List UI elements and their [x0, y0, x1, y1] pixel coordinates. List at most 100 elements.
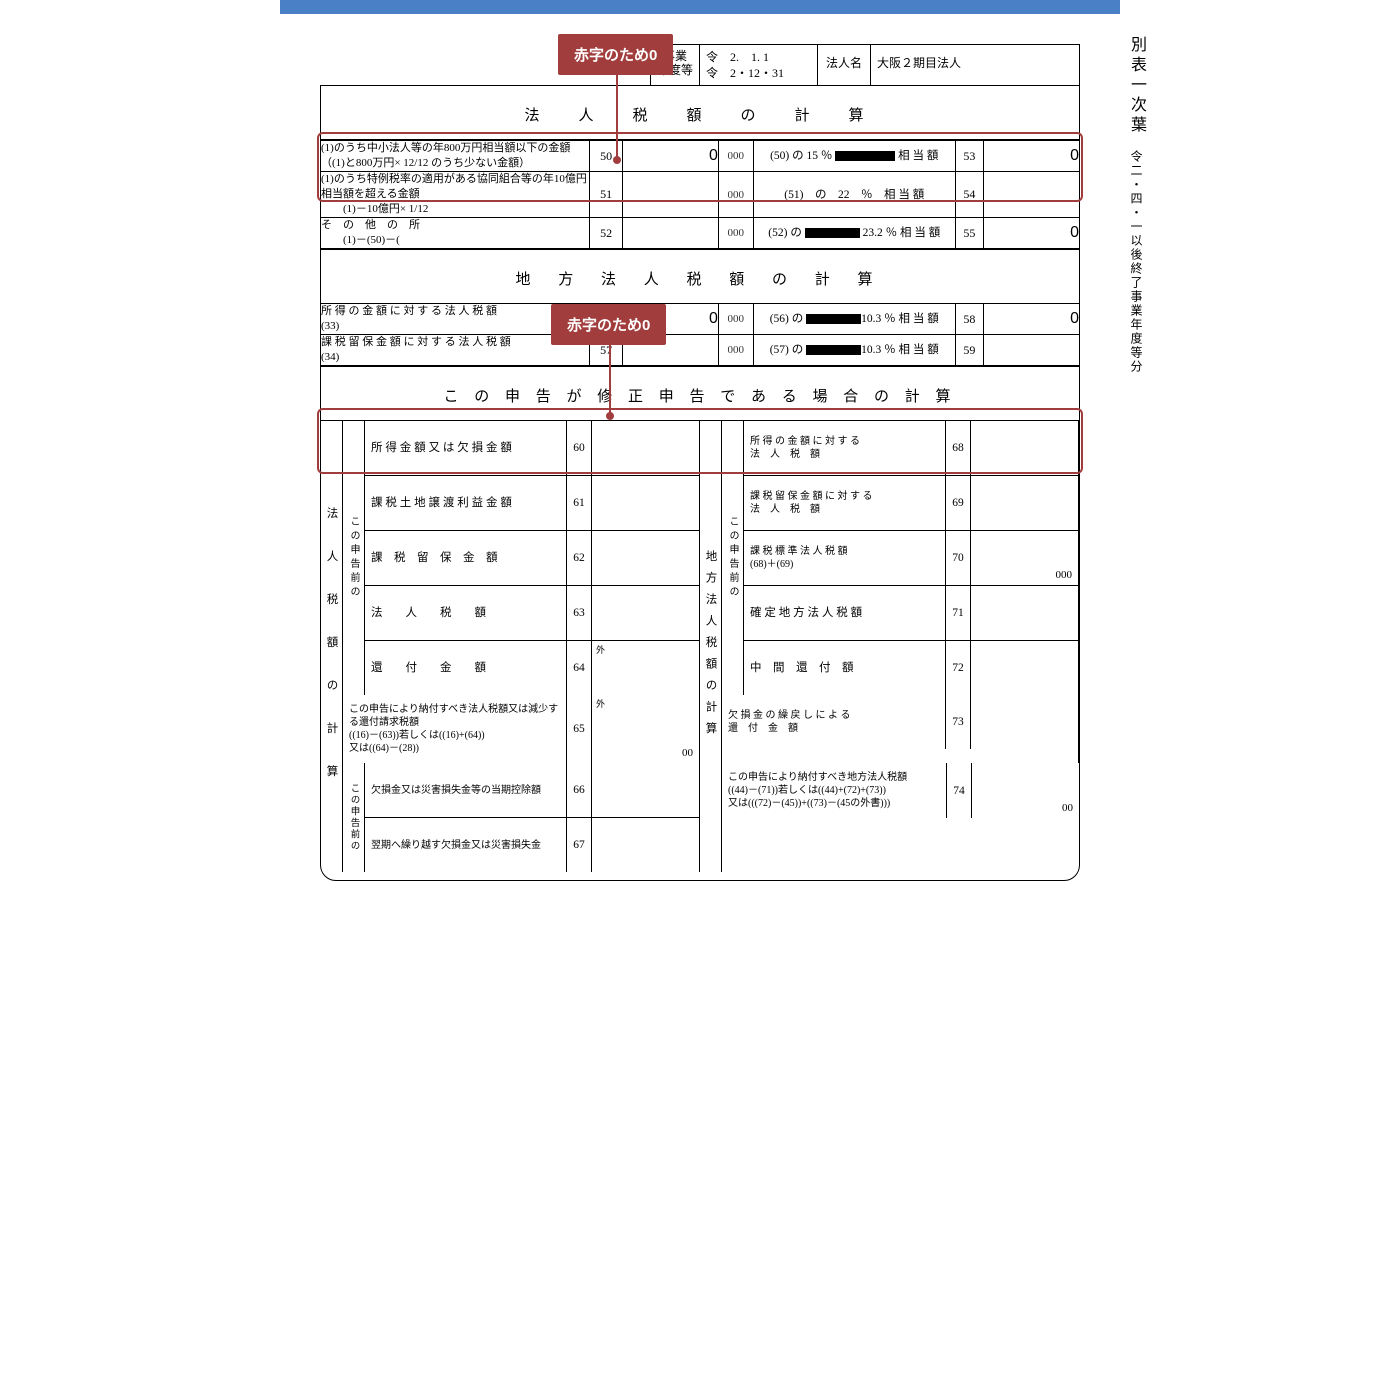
row-thousands: 000	[718, 141, 753, 172]
corr-right-title: 地方法人税額の計算	[700, 421, 722, 872]
corr-row-71: 確 定 地 方 法 人 税 額71	[744, 586, 1078, 641]
corr-no: 64	[567, 641, 592, 695]
corr-row-60: 所 得 金 額 又 は 欠 損 金 額60	[365, 421, 699, 476]
redacted-rate	[806, 345, 861, 355]
corr-right-top: 所 得 の 金 額 に 対 す る 法 人 税 額68課 税 留 保 金 額 に…	[744, 421, 1079, 695]
corr-value	[592, 476, 699, 530]
corr-value	[592, 763, 699, 817]
date-to: 令 2・12・31	[706, 65, 811, 81]
row-desc: (1)のうち中小法人等の年800万円相当額以下の金額 （(1)と800万円× 1…	[321, 141, 590, 172]
corr-row-74: この申告により納付すべき地方法人税額 ((44)－(71))若しくは((44)+…	[722, 763, 1079, 818]
callout-1-text: 赤字のため0	[574, 47, 657, 64]
corr-label: 課 税 留 保 金 額	[365, 531, 567, 585]
row-no2: 53	[955, 141, 983, 172]
correction-grid: 法 人 税 額 の 計 算 この申告前の 所 得 金 額 又 は 欠 損 金 額…	[321, 420, 1079, 872]
corr-value: 000	[971, 531, 1078, 585]
corr-value	[592, 421, 699, 475]
corr-left-mid: この申告により納付すべき法人税額又は減少する還付請求税額 ((16)－(63))…	[343, 695, 700, 763]
row-value	[622, 172, 718, 218]
corr-label: 所 得 の 金 額 に 対 す る 法 人 税 額	[744, 421, 946, 475]
corr-left-bottom-label: この申告前の	[343, 763, 365, 872]
corr-value: 00	[972, 763, 1079, 818]
row-thousands: 000	[718, 172, 753, 218]
date-from: 令 2. 1. 1	[706, 49, 811, 65]
corr-label: 課 税 留 保 金 額 に 対 す る 法 人 税 額	[744, 476, 946, 530]
corr-value	[971, 586, 1078, 640]
corr-row-64: 還 付 金 額64 外	[365, 641, 699, 695]
section2-rows: 所 得 の 金 額 に 対 す る 法 人 税 額 (33)560000(56)…	[321, 303, 1079, 366]
corr-value	[592, 531, 699, 585]
corr-row-70: 課 税 標 準 法 人 税 額 (68)＋(69)70000	[744, 531, 1078, 586]
corr-value	[971, 641, 1078, 695]
corr-left-top: 所 得 金 額 又 は 欠 損 金 額60課 税 土 地 譲 渡 利 益 金 額…	[365, 421, 700, 695]
corr-no: 70	[946, 531, 971, 585]
corr-value: 外	[592, 641, 699, 695]
corr-no: 60	[567, 421, 592, 475]
callout-2-text: 赤字のため0	[567, 317, 650, 334]
section2-title: 地 方 法 人 税 額 の 計 算	[321, 249, 1079, 303]
corr-label: 還 付 金 額	[365, 641, 567, 695]
row-no2: 54	[955, 172, 983, 218]
row-rate-desc: (52) の 23.2 ％ 相 当 額	[753, 218, 955, 249]
form-header: 事業 年度等 令 2. 1. 1 令 2・12・31 法人名 大阪２期目法人	[650, 44, 1080, 85]
row-rate-desc: (51) の 22 ％ 相 当 額	[753, 172, 955, 218]
corr-no: 61	[567, 476, 592, 530]
corr-no: 72	[946, 641, 971, 695]
gai-mark: 外	[596, 697, 605, 710]
corr-label: 欠 損 金 の 繰 戻 し に よ る 還 付 金 額	[722, 695, 946, 749]
calc-row-51: (1)のうち特例税率の適用がある協同組合等の年10億円相当額を超える金額 (1)…	[321, 172, 1079, 218]
corr-label: この申告により納付すべき法人税額又は減少する還付請求税額 ((16)－(63))…	[343, 695, 567, 763]
redacted-rate	[835, 151, 895, 161]
corr-value	[971, 421, 1078, 475]
corr-row-62: 課 税 留 保 金 額62	[365, 531, 699, 586]
row-result: 0	[983, 304, 1079, 335]
corr-label: 確 定 地 方 法 人 税 額	[744, 586, 946, 640]
section1-rows: (1)のうち中小法人等の年800万円相当額以下の金額 （(1)と800万円× 1…	[321, 140, 1079, 249]
corr-right-subtitle: この申告前の	[722, 421, 744, 695]
corr-label: 法 人 税 額	[365, 586, 567, 640]
corr-value	[971, 695, 1078, 749]
gai-mark: 外	[596, 643, 605, 656]
row-no: 52	[590, 218, 622, 249]
corr-label: 翌期へ繰り越す欠損金又は災害損失金	[365, 818, 567, 872]
calc-row-56: 所 得 の 金 額 に 対 す る 法 人 税 額 (33)560000(56)…	[321, 304, 1079, 335]
corr-no: 68	[946, 421, 971, 475]
row-rate-desc: (56) の 10.3 ％ 相 当 額	[753, 304, 955, 335]
corr-row-72: 中 間 還 付 額72	[744, 641, 1078, 695]
corr-row-68: 所 得 の 金 額 に 対 す る 法 人 税 額68	[744, 421, 1078, 476]
corr-right-mid: 欠 損 金 の 繰 戻 し に よ る 還 付 金 額73	[722, 695, 1079, 763]
corr-no: 63	[567, 586, 592, 640]
row-rate-desc: (50) の 15 ％ 相 当 額	[753, 141, 955, 172]
corr-row-73: 欠 損 金 の 繰 戻 し に よ る 還 付 金 額73	[722, 695, 1078, 749]
corr-no: 73	[946, 695, 971, 749]
corr-no: 71	[946, 586, 971, 640]
row-result: 0	[983, 218, 1079, 249]
row-result	[983, 335, 1079, 366]
section3-title: こ の 申 告 が 修 正 申 告 で あ る 場 合 の 計 算	[321, 366, 1079, 420]
corr-row-69: 課 税 留 保 金 額 に 対 す る 法 人 税 額69	[744, 476, 1078, 531]
row-desc: (1)のうち特例税率の適用がある協同組合等の年10億円相当額を超える金額 (1)…	[321, 172, 590, 218]
corr-row-63: 法 人 税 額63	[365, 586, 699, 641]
calc-row-52: そ の 他 の 所 (1)－(50)－(52000(52) の 23.2 ％ 相…	[321, 218, 1079, 249]
corr-left-bot: 欠損金又は災害損失金等の当期控除額66翌期へ繰り越す欠損金又は災害損失金67	[365, 763, 700, 872]
corr-label: この申告により納付すべき地方法人税額 ((44)－(71))若しくは((44)+…	[722, 763, 947, 818]
corr-label: 中 間 還 付 額	[744, 641, 946, 695]
corr-no: 66	[567, 763, 592, 817]
side-title: 別表一次葉 令二・四・一以後終了事業年度等分	[1124, 36, 1148, 374]
row-no2: 55	[955, 218, 983, 249]
corr-left-subtitle: この申告前の	[343, 421, 365, 695]
corr-row-66: 欠損金又は災害損失金等の当期控除額66	[365, 763, 699, 818]
row-no: 51	[590, 172, 622, 218]
corr-value	[592, 586, 699, 640]
side-title-main: 別表一次葉	[1128, 36, 1145, 136]
corr-no: 74	[947, 763, 972, 818]
calc-row-50: (1)のうち中小法人等の年800万円相当額以下の金額 （(1)と800万円× 1…	[321, 141, 1079, 172]
callout-deficit-2: 赤字のため0	[551, 304, 666, 345]
corr-row-61: 課 税 土 地 譲 渡 利 益 金 額61	[365, 476, 699, 531]
row-desc: 所 得 の 金 額 に 対 す る 法 人 税 額 (33)	[321, 304, 590, 335]
bizyear-dates: 令 2. 1. 1 令 2・12・31	[700, 45, 818, 85]
redacted-rate	[806, 314, 861, 324]
row-desc: そ の 他 の 所 (1)－(50)－(	[321, 218, 590, 249]
corr-no: 62	[567, 531, 592, 585]
row-result	[983, 172, 1079, 218]
